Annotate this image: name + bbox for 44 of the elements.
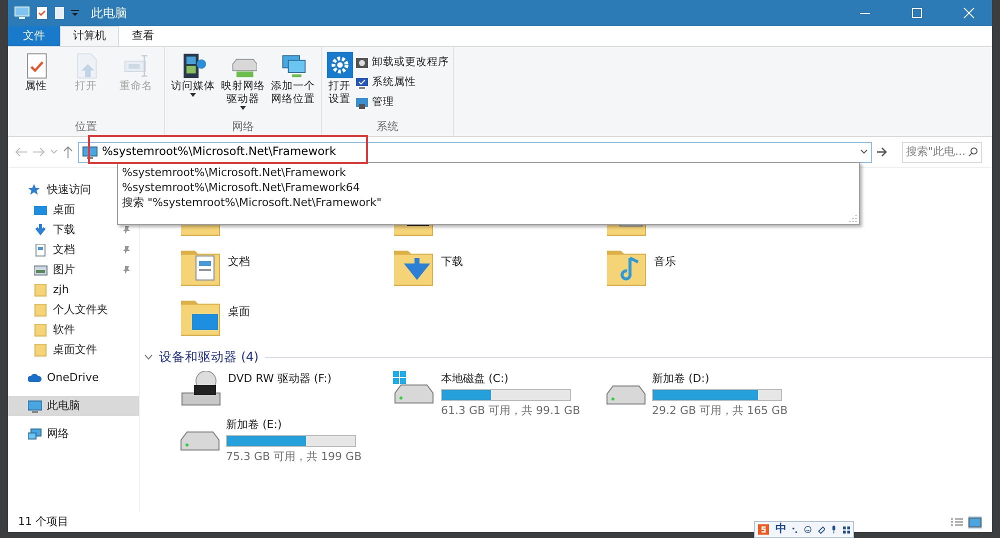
ribbon-tab[interactable]: 文件 [8, 26, 60, 46]
address-field[interactable]: %systemroot%\Microsoft.Net\Framework [78, 142, 872, 162]
folder-name[interactable]: 下载 [441, 254, 463, 296]
nav-item[interactable]: 个人文件夹 [8, 300, 139, 320]
ribbon-tab[interactable]: 查看 [119, 26, 167, 46]
ribbon-button[interactable]: 系统属性 [355, 73, 449, 93]
nav-item[interactable]: zjh [8, 280, 139, 300]
group-label: 网络 [231, 118, 255, 134]
ribbon-button[interactable]: 卸载或更改程序 [355, 53, 449, 73]
suggestion-item[interactable]: %systemroot%\Microsoft.Net\Framework [122, 165, 855, 180]
suggestion-item[interactable]: %systemroot%\Microsoft.Net\Framework64 [122, 180, 855, 195]
drive-name[interactable]: 新加卷 (D:) [652, 370, 788, 388]
ribbon-button[interactable]: 属性 [12, 51, 60, 118]
item-count: 11 个项目 [18, 514, 68, 530]
section-header[interactable]: 设备和驱动器 (4) [159, 348, 259, 367]
window-title: 此电脑 [91, 5, 127, 22]
folder-name[interactable]: 音乐 [654, 254, 676, 296]
folder-name[interactable]: 桌面 [228, 304, 250, 346]
nav-item[interactable]: 软件 [8, 320, 139, 340]
nav-item[interactable]: 此电脑 [8, 396, 139, 416]
search-field[interactable]: 搜索"此电... [902, 142, 982, 162]
ribbon-button[interactable]: 打开设置 [326, 51, 353, 118]
nav-item[interactable]: 图片 [8, 260, 139, 280]
group-label: 系统 [376, 118, 400, 134]
ribbon-tab[interactable]: 计算机 [60, 26, 119, 46]
drive-capacity: 61.3 GB 可用，共 99.1 GB [441, 403, 580, 420]
ribbon-button[interactable]: 映射网络驱动器 [219, 51, 267, 118]
drive-name[interactable]: 本地磁盘 (C:) [441, 370, 580, 388]
drive-capacity: 75.3 GB 可用，共 199 GB [226, 449, 362, 466]
suggestion-item[interactable]: 搜索 "%systemroot%\Microsoft.Net\Framework" [122, 195, 855, 210]
ribbon-button[interactable]: 管理 [355, 93, 449, 113]
drive-capacity: 29.2 GB 可用，共 165 GB [652, 403, 788, 420]
nav-item[interactable]: 文档 [8, 240, 139, 260]
folder-name[interactable]: 文档 [228, 254, 250, 296]
group-label: 位置 [74, 118, 98, 134]
nav-item[interactable]: 网络 [8, 424, 139, 444]
nav-item[interactable]: 桌面文件 [8, 340, 139, 360]
ribbon-button[interactable]: 访问媒体 [169, 51, 217, 118]
drive-name[interactable]: DVD RW 驱动器 (F:) [228, 370, 332, 388]
drive-name[interactable]: 新加卷 (E:) [226, 416, 362, 434]
ribbon-button[interactable]: 添加一个网络位置 [269, 51, 317, 118]
nav-item[interactable]: 下载 [8, 220, 139, 240]
nav-item[interactable]: OneDrive [8, 368, 139, 388]
ime-mode[interactable]: 中 [775, 521, 786, 538]
